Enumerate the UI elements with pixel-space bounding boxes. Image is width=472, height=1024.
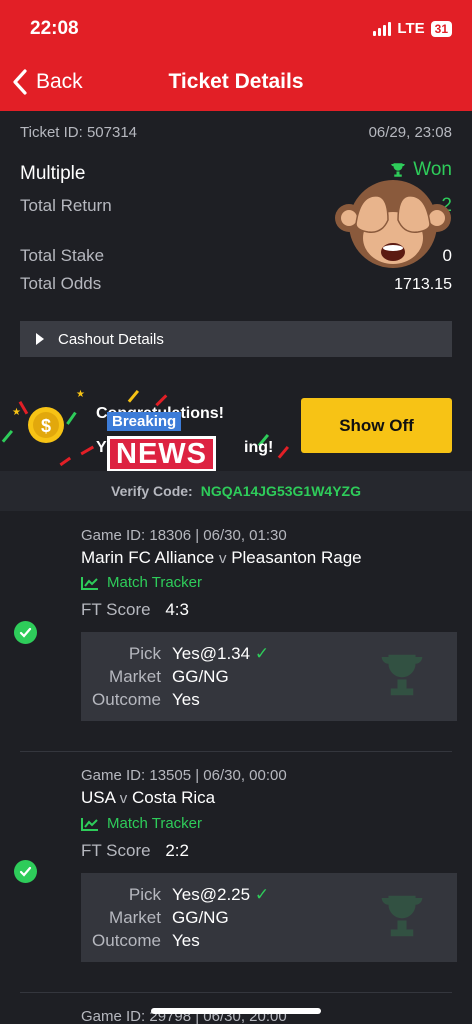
game-id: Game ID: 13505 | 06/30, 00:00 [81, 767, 287, 784]
game-item: Game ID: 18306 | 06/30, 01:30 Marin FC A… [0, 511, 472, 752]
market-value: GG/NG [172, 908, 229, 927]
pick-label: Pick [128, 644, 161, 663]
outcome-label: Outcome [92, 931, 161, 950]
status-time: 22:08 [30, 18, 79, 39]
match-teams: USA v Costa Rica [81, 788, 215, 808]
ticket-type: Multiple [20, 163, 86, 184]
coin-icon: $ [28, 407, 64, 443]
signal-icon [373, 21, 392, 36]
market-label: Market [109, 908, 161, 927]
total-odds-label: Total Odds [20, 274, 102, 293]
monkey-emoji [335, 180, 451, 268]
pick-value: Yes@2.25 ✓ [172, 885, 270, 904]
check-icon [14, 860, 37, 883]
pick-details: Pick Yes@1.34 ✓ Market GG/NG Outcome Yes [81, 632, 457, 721]
pick-check-icon: ✓ [254, 885, 270, 904]
total-odds-value: 1713.15 [394, 276, 452, 293]
status-indicators: LTE 31 [373, 20, 452, 37]
outcome-label: Outcome [92, 690, 161, 709]
match-tracker-label: Match Tracker [107, 574, 203, 591]
back-label: Back [36, 70, 83, 93]
svg-text:★: ★ [12, 407, 21, 418]
ft-score-value: 4:3 [165, 600, 189, 619]
battery-icon: 31 [430, 20, 452, 37]
versus-label: v [218, 550, 227, 567]
match-tracker-link[interactable]: Match Tracker [81, 574, 202, 591]
ticket-date: 06/29, 23:08 [368, 124, 452, 141]
ft-score: FT Score 4:3 [81, 600, 189, 620]
market-label: Market [109, 667, 161, 686]
away-team: Costa Rica [132, 788, 216, 807]
outcome-value: Yes [172, 931, 200, 950]
cashout-label: Cashout Details [58, 330, 164, 348]
total-stake-label: Total Stake [20, 246, 105, 265]
pick-details: Pick Yes@2.25 ✓ Market GG/NG Outcome Yes [81, 873, 457, 962]
market-value: GG/NG [172, 667, 229, 686]
ft-score-value: 2:2 [165, 841, 189, 860]
svg-text:$: $ [41, 416, 51, 436]
breaking-label: Breaking [107, 412, 182, 431]
versus-label: v [119, 790, 128, 807]
ft-score-label: FT Score [81, 841, 151, 860]
game-item: Game ID: 13505 | 06/30, 00:00 USA v Cost… [0, 752, 472, 993]
verify-code-bar: Verify Code: NGQA14JG53G1W4YZG [0, 471, 472, 511]
svg-text:★: ★ [76, 389, 85, 400]
trophy-icon [381, 895, 423, 937]
cashout-details-toggle[interactable]: Cashout Details [20, 321, 452, 357]
show-off-button[interactable]: Show Off [301, 398, 452, 453]
promo-line-2-prefix: Y [96, 439, 107, 456]
verify-code-label: Verify Code: [111, 483, 193, 499]
check-icon [14, 621, 37, 644]
trophy-icon [381, 654, 423, 696]
verify-code-value[interactable]: NGQA14JG53G1W4YZG [201, 483, 361, 499]
outcome-value: Yes [172, 690, 200, 709]
back-button[interactable]: Back [12, 68, 83, 96]
nav-bar: Back Ticket Details [0, 56, 472, 111]
news-label: NEWS [107, 436, 216, 472]
home-team: Marin FC Alliance [81, 548, 215, 567]
home-indicator[interactable] [151, 1008, 321, 1014]
match-tracker-label: Match Tracker [107, 815, 203, 832]
network-type: LTE [397, 20, 425, 37]
pick-value: Yes@1.34 ✓ [172, 644, 270, 663]
promo-banner: ★ ★ $ Congratulations! Ying! Breaking NE… [0, 381, 472, 472]
back-chevron-icon [13, 69, 27, 95]
home-team: USA [81, 788, 116, 807]
pick-label: Pick [128, 885, 161, 904]
ft-score-label: FT Score [81, 600, 151, 619]
match-tracker-link[interactable]: Match Tracker [81, 815, 202, 832]
tracker-chart-icon [81, 576, 98, 590]
play-triangle-icon [36, 333, 44, 345]
status-bar: 22:08 LTE 31 [0, 0, 472, 56]
game-id: Game ID: 18306 | 06/30, 01:30 [81, 527, 287, 544]
match-teams: Marin FC Alliance v Pleasanton Rage [81, 548, 362, 568]
ticket-id: Ticket ID: 507314 [20, 124, 138, 141]
tracker-chart-icon [81, 817, 98, 831]
away-team: Pleasanton Rage [231, 548, 362, 567]
pick-check-icon: ✓ [254, 644, 270, 663]
ft-score: FT Score 2:2 [81, 841, 189, 861]
total-return-label: Total Return [20, 196, 112, 215]
